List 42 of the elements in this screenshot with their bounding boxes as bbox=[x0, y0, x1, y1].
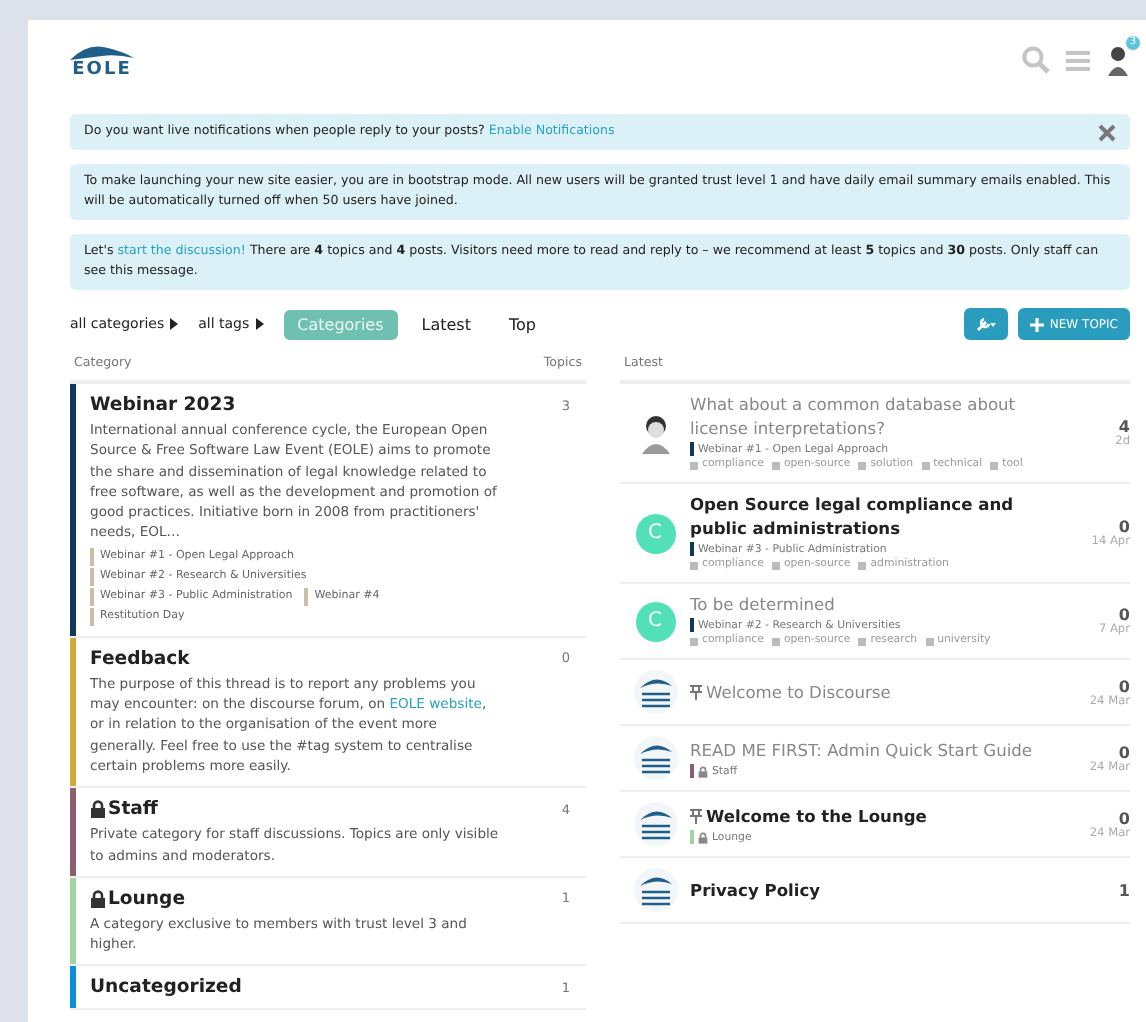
topic-title[interactable]: To be determined bbox=[690, 592, 1050, 616]
caret-icon bbox=[170, 318, 179, 330]
logo-avatar-icon[interactable] bbox=[633, 670, 677, 714]
wrench-icon bbox=[975, 316, 996, 332]
category-name[interactable]: Feedback bbox=[90, 647, 190, 670]
close-icon[interactable] bbox=[1098, 123, 1116, 141]
lock-icon bbox=[698, 831, 708, 843]
wave-icon bbox=[68, 41, 136, 61]
category-name[interactable]: Lounge bbox=[90, 887, 186, 910]
topic-title[interactable]: Welcome to Discourse bbox=[690, 680, 1050, 704]
reply-count: 1 bbox=[1118, 881, 1130, 899]
logo-avatar-icon[interactable] bbox=[633, 802, 677, 846]
caret-icon bbox=[255, 318, 264, 330]
avatar-icon[interactable] bbox=[639, 413, 671, 453]
avatar-icon[interactable] bbox=[1106, 44, 1130, 76]
admin-menu-button[interactable] bbox=[963, 308, 1008, 340]
nav-tab[interactable]: Top bbox=[495, 309, 550, 339]
logo-avatar-icon[interactable] bbox=[633, 736, 677, 780]
logo-avatar-icon[interactable] bbox=[633, 868, 677, 912]
lock-icon bbox=[698, 765, 708, 777]
reply-count: 0 bbox=[1118, 809, 1130, 827]
reply-count: 0 bbox=[1118, 606, 1130, 624]
plus-icon bbox=[1029, 317, 1044, 331]
topic-title[interactable]: Welcome to the Lounge bbox=[690, 804, 1050, 828]
topic-title[interactable]: Privacy Policy bbox=[690, 878, 1050, 902]
lock-icon bbox=[90, 800, 106, 819]
topic-title[interactable]: Open Source legal compliance and public administrations bbox=[690, 492, 1050, 540]
pin-icon bbox=[690, 684, 702, 700]
lock-icon bbox=[90, 889, 106, 908]
reply-count: 0 bbox=[1118, 677, 1130, 695]
category-name[interactable]: Webinar 2023 bbox=[90, 394, 236, 416]
nav-tab[interactable]: Latest bbox=[407, 309, 485, 339]
topic-title[interactable]: READ ME FIRST: Admin Quick Start Guide bbox=[690, 738, 1050, 762]
pin-icon bbox=[690, 808, 702, 824]
reply-count: 0 bbox=[1118, 518, 1130, 536]
logo-text: EOLE bbox=[72, 61, 132, 79]
category-name[interactable]: Staff bbox=[90, 798, 158, 821]
topic-title[interactable]: What about a common database about license interpretations? bbox=[690, 392, 1050, 440]
reply-count: 0 bbox=[1118, 743, 1130, 761]
reply-count: 4 bbox=[1118, 418, 1130, 436]
category-name[interactable]: Uncategorized bbox=[90, 976, 242, 999]
logo[interactable]: EOLE bbox=[68, 41, 136, 79]
